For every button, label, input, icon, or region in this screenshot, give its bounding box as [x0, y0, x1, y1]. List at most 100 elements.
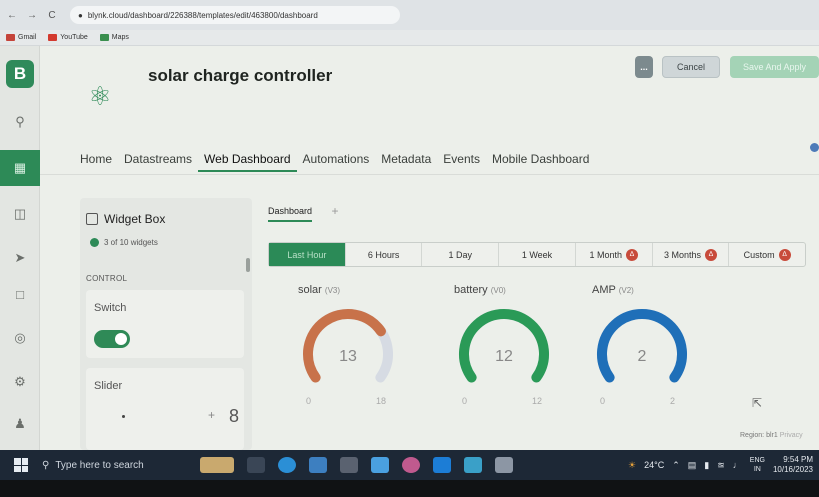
- address-bar[interactable]: ● blynk.cloud/dashboard/226388/templates…: [70, 6, 400, 24]
- gauge-min: 0: [600, 396, 606, 406]
- slider-widget[interactable]: Slider + 8: [86, 368, 244, 450]
- switch-widget[interactable]: Switch: [86, 290, 244, 358]
- time-range-selector: Last Hour 6 Hours 1 Day 1 Week 1 Month ∆ …: [268, 242, 806, 267]
- tab-home[interactable]: Home: [74, 146, 118, 172]
- weather-icon: ☀: [628, 459, 637, 470]
- lock-icon: ●: [78, 10, 83, 20]
- time-range-label: Last Hour: [287, 249, 327, 260]
- tab-metadata[interactable]: Metadata: [375, 146, 437, 172]
- wifi-icon[interactable]: ≊: [717, 460, 725, 471]
- reload-icon[interactable]: C: [46, 10, 58, 21]
- volume-icon[interactable]: ♩: [733, 460, 742, 470]
- weather-text[interactable]: 24°C: [644, 460, 664, 470]
- clock-date: 10/16/2023: [772, 465, 813, 474]
- slider-control[interactable]: + 8: [94, 406, 239, 428]
- gauge-widget-amp[interactable]: AMP (V2) 2 0 2: [592, 278, 722, 418]
- slider-plus-button[interactable]: +: [208, 408, 215, 422]
- slider-minus[interactable]: [122, 415, 125, 418]
- app-sidebar: B ⚲ ▦ ◫ ➤ □ ◎ ⚙ ♟: [0, 46, 40, 450]
- gear-icon[interactable]: ⚙: [0, 368, 40, 396]
- bookmark-label: Maps: [111, 34, 129, 41]
- gauge-pin: (V2): [618, 286, 634, 295]
- windows-start-icon[interactable]: [14, 458, 28, 472]
- tab-automations[interactable]: Automations: [297, 146, 376, 172]
- chrome-icon[interactable]: [402, 457, 420, 473]
- browser-toolbar: ← → C ● blynk.cloud/dashboard/226388/tem…: [0, 0, 819, 30]
- tab-web-dashboard[interactable]: Web Dashboard: [198, 146, 297, 172]
- time-range-last-hour[interactable]: Last Hour: [269, 243, 346, 266]
- template-tabs: Home Datastreams Web Dashboard Automatio…: [74, 146, 595, 172]
- toggle-knob: [115, 333, 127, 345]
- privacy-link[interactable]: Privacy: [780, 432, 803, 439]
- tab-events[interactable]: Events: [437, 146, 486, 172]
- tab-datastreams[interactable]: Datastreams: [118, 146, 198, 172]
- chat-icon[interactable]: □: [0, 280, 40, 308]
- time-range-1-month[interactable]: 1 Month ∆: [576, 243, 653, 266]
- time-range-custom[interactable]: Custom ∆: [729, 243, 805, 266]
- send-icon[interactable]: ➤: [0, 244, 40, 272]
- gauge-value: 2: [637, 348, 647, 365]
- widget-count: 3 of 10 widgets: [90, 238, 158, 247]
- gauge-widget-solar[interactable]: solar (V3) 13 0 18: [298, 278, 428, 418]
- bookmark-youtube[interactable]: YouTube: [48, 34, 88, 41]
- widget-count-icon: [90, 238, 99, 247]
- cancel-button[interactable]: Cancel: [662, 56, 720, 78]
- more-button[interactable]: ...: [635, 56, 653, 78]
- gauge-pin: (V0): [490, 286, 506, 295]
- gauge-value-arc: [459, 309, 549, 383]
- dashboard-tab[interactable]: Dashboard: [268, 206, 313, 222]
- gmail-icon: [6, 34, 15, 41]
- youtube-icon: [48, 34, 58, 41]
- system-tray: ☀ 24°C ⌃ ▤ ▮ ≊ ♩ ENG IN 9:54 PM 10/16/20…: [628, 450, 813, 480]
- info-icon[interactable]: [810, 143, 819, 152]
- task-view-icon[interactable]: [247, 457, 265, 473]
- gauge-value: 12: [495, 348, 513, 365]
- file-explorer-icon[interactable]: [309, 457, 327, 473]
- time-range-1-day[interactable]: 1 Day: [422, 243, 500, 266]
- mouse-cursor-icon: ⇱: [752, 396, 763, 410]
- blynk-logo[interactable]: B: [6, 60, 34, 88]
- battery-icon[interactable]: ▮: [704, 460, 709, 471]
- app-icon[interactable]: [495, 457, 513, 473]
- devices-icon[interactable]: ◫: [0, 200, 40, 228]
- region-info: Region: blr1 Privacy: [740, 432, 803, 439]
- widget-box: Widget Box 3 of 10 widgets CONTROL Switc…: [80, 198, 252, 450]
- network-icon[interactable]: ▤: [688, 460, 697, 471]
- time-range-1-week[interactable]: 1 Week: [499, 243, 576, 266]
- gauge-value-arc: [597, 309, 687, 383]
- widgets-app-icon[interactable]: [200, 457, 234, 473]
- back-icon[interactable]: ←: [6, 10, 18, 21]
- language-indicator[interactable]: ENG IN: [750, 456, 765, 474]
- edge-icon[interactable]: [278, 457, 296, 473]
- section-label: CONTROL: [86, 274, 128, 283]
- save-and-apply-button[interactable]: Save And Apply: [730, 56, 819, 78]
- clock[interactable]: 9:54 PM 10/16/2023: [773, 455, 813, 475]
- search-icon[interactable]: ⚲: [0, 108, 40, 136]
- arduino-ide-icon[interactable]: [464, 457, 482, 473]
- taskbar-search[interactable]: ⚲ Type here to search: [42, 454, 192, 476]
- time-range-3-months[interactable]: 3 Months ∆: [653, 243, 730, 266]
- gauge-label: AMP (V2): [592, 284, 634, 296]
- widget-box-scrollbar[interactable]: [246, 258, 250, 272]
- forward-icon[interactable]: →: [26, 10, 38, 21]
- time-range-6-hours[interactable]: 6 Hours: [346, 243, 423, 266]
- bookmark-gmail[interactable]: Gmail: [6, 34, 36, 41]
- arduino-icon[interactable]: [433, 457, 451, 473]
- mail-icon[interactable]: [371, 457, 389, 473]
- gauge-value: 13: [339, 348, 357, 365]
- chevron-up-icon[interactable]: ⌃: [672, 460, 680, 471]
- settings-icon[interactable]: ◎: [0, 324, 40, 352]
- gauge-min: 0: [462, 396, 468, 406]
- dashboard-icon[interactable]: ▦: [0, 150, 40, 186]
- widget-box-title: Widget Box: [86, 212, 165, 226]
- bookmark-label: YouTube: [60, 34, 88, 41]
- tab-mobile-dashboard[interactable]: Mobile Dashboard: [486, 146, 595, 172]
- gauge-widget-battery[interactable]: battery (V0) 12 0 12: [454, 278, 584, 418]
- store-icon[interactable]: [340, 457, 358, 473]
- switch-toggle[interactable]: [94, 330, 130, 348]
- add-tab-button[interactable]: +: [325, 204, 345, 220]
- widget-box-icon: [86, 213, 98, 225]
- bookmark-maps[interactable]: Maps: [99, 34, 129, 41]
- lock-icon: ∆: [704, 248, 717, 261]
- user-icon[interactable]: ♟: [0, 410, 40, 438]
